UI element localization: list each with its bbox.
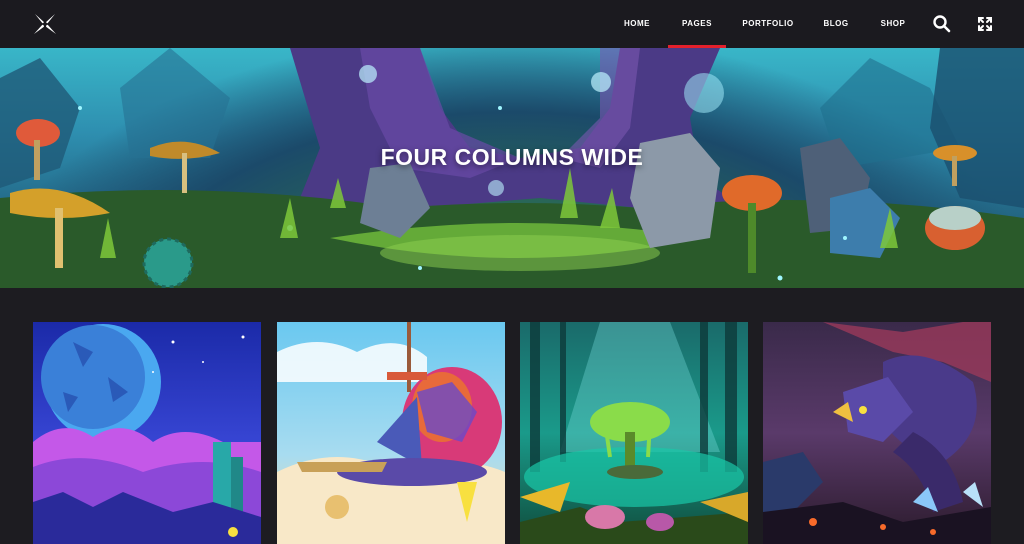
nav-blog[interactable]: BLOG [818, 0, 854, 48]
moonlit-fantasy-landscape-image [33, 322, 261, 544]
enchanted-swamp-tree-image [520, 322, 748, 544]
gallery-item-4[interactable] [763, 322, 991, 544]
hero-title: FOUR COLUMNS WIDE [380, 144, 644, 170]
fullscreen-icon[interactable] [975, 14, 995, 34]
purple-dragon-image [763, 322, 991, 544]
gallery-item-2[interactable] [277, 322, 505, 544]
gallery-item-3[interactable] [520, 322, 748, 544]
search-icon[interactable] [932, 14, 952, 34]
flying-airship-sky-image [277, 322, 505, 544]
nav-pages[interactable]: PAGES [668, 0, 726, 48]
hero-banner: FOUR COLUMNS WIDE [0, 48, 1024, 288]
nav-portfolio[interactable]: PORTFOLIO [741, 0, 795, 48]
gallery-item-1[interactable] [33, 322, 261, 544]
nav-shop[interactable]: SHOP [876, 0, 910, 48]
nav-home[interactable]: HOME [619, 0, 655, 48]
x-star-logo-icon[interactable] [33, 13, 57, 35]
site-header: HOME PAGES PORTFOLIO BLOG SHOP [0, 0, 1024, 48]
